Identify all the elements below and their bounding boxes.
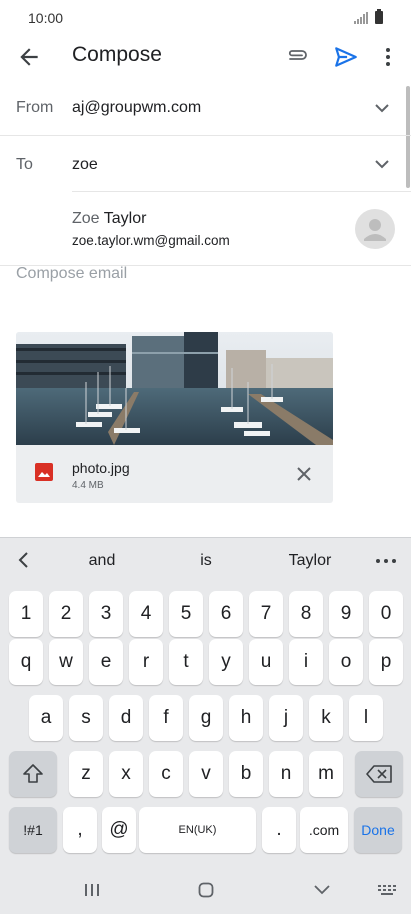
key-t[interactable]: t	[169, 639, 203, 685]
key-8[interactable]: 8	[289, 591, 323, 637]
chevron-down-icon[interactable]	[373, 155, 391, 173]
key-z[interactable]: z	[69, 751, 103, 797]
chevron-down-icon[interactable]	[373, 99, 391, 117]
key-k[interactable]: k	[309, 695, 343, 741]
key-l[interactable]: l	[349, 695, 383, 741]
space-key[interactable]: EN(UK)	[139, 807, 256, 853]
keyboard-icon[interactable]	[377, 882, 397, 898]
key-r[interactable]: r	[129, 639, 163, 685]
back-chevron-down-icon[interactable]	[313, 882, 331, 898]
key-5[interactable]: 5	[169, 591, 203, 637]
key-7[interactable]: 7	[249, 591, 283, 637]
keyboard: and is Taylor 1 2 3 4 5 6 7 8 9 0 q w e …	[0, 537, 411, 914]
person-icon	[364, 219, 386, 241]
key-0[interactable]: 0	[369, 591, 403, 637]
attachment-size: 4.4 MB	[72, 480, 104, 491]
status-bar: 10:00	[0, 0, 411, 36]
from-row[interactable]: From aj@groupwm.com	[0, 80, 411, 136]
avatar	[355, 209, 395, 249]
key-g[interactable]: g	[189, 695, 223, 741]
key-2[interactable]: 2	[49, 591, 83, 637]
app-bar: Compose	[0, 36, 411, 80]
key-m[interactable]: m	[309, 751, 343, 797]
symbols-key[interactable]: !#1	[9, 807, 57, 853]
done-key[interactable]: Done	[354, 807, 402, 853]
attachment-paperclip-icon[interactable]	[284, 44, 312, 70]
page-title: Compose	[72, 43, 162, 66]
key-i[interactable]: i	[289, 639, 323, 685]
send-icon[interactable]	[333, 44, 359, 70]
battery-icon	[375, 9, 383, 24]
to-input[interactable]: zoe	[72, 156, 98, 174]
key-at[interactable]: @	[102, 807, 136, 853]
contact-name-match: Zoe	[72, 210, 100, 227]
key-period[interactable]: .	[262, 807, 296, 853]
attachment-thumbnail[interactable]	[16, 332, 333, 445]
chevron-left-icon[interactable]	[17, 552, 29, 568]
key-d[interactable]: d	[109, 695, 143, 741]
key-p[interactable]: p	[369, 639, 403, 685]
shift-key[interactable]	[9, 751, 57, 797]
key-e[interactable]: e	[89, 639, 123, 685]
key-comma[interactable]: ,	[63, 807, 97, 853]
recents-icon[interactable]	[84, 882, 100, 898]
more-horiz-icon[interactable]	[376, 559, 396, 563]
key-f[interactable]: f	[149, 695, 183, 741]
key-4[interactable]: 4	[129, 591, 163, 637]
to-row[interactable]: To zoe	[0, 136, 411, 192]
key-w[interactable]: w	[49, 639, 83, 685]
to-label: To	[16, 156, 33, 173]
backspace-key[interactable]	[355, 751, 403, 797]
contact-name-rest: Taylor	[99, 210, 147, 227]
key-s[interactable]: s	[69, 695, 103, 741]
contact-name: Zoe Taylor	[72, 210, 146, 228]
key-dotcom[interactable]: .com	[300, 807, 348, 853]
key-b[interactable]: b	[229, 751, 263, 797]
more-vert-icon[interactable]	[380, 44, 396, 70]
key-9[interactable]: 9	[329, 591, 363, 637]
image-file-icon	[35, 463, 53, 481]
backspace-icon	[366, 765, 392, 783]
key-1[interactable]: 1	[9, 591, 43, 637]
attachment-card[interactable]: photo.jpg 4.4 MB	[16, 332, 333, 503]
attachment-filename: photo.jpg	[72, 460, 130, 476]
navigation-bar	[0, 866, 411, 914]
key-a[interactable]: a	[29, 695, 63, 741]
key-x[interactable]: x	[109, 751, 143, 797]
contact-suggestion[interactable]: Zoe Taylor zoe.taylor.wm@gmail.com	[0, 192, 411, 266]
suggestion-word[interactable]: is	[176, 552, 236, 570]
key-3[interactable]: 3	[89, 591, 123, 637]
home-icon[interactable]	[198, 882, 214, 898]
keyboard-suggestion-bar: and is Taylor	[0, 538, 411, 583]
key-c[interactable]: c	[149, 751, 183, 797]
key-6[interactable]: 6	[209, 591, 243, 637]
key-q[interactable]: q	[9, 639, 43, 685]
suggestion-word[interactable]: Taylor	[270, 552, 350, 570]
from-value[interactable]: aj@groupwm.com	[72, 99, 201, 117]
key-j[interactable]: j	[269, 695, 303, 741]
key-h[interactable]: h	[229, 695, 263, 741]
status-time: 10:00	[28, 10, 64, 26]
key-o[interactable]: o	[329, 639, 363, 685]
key-y[interactable]: y	[209, 639, 243, 685]
shift-arrow-icon	[23, 764, 43, 783]
suggestion-word[interactable]: and	[72, 552, 132, 570]
signal-icon	[354, 12, 368, 24]
key-v[interactable]: v	[189, 751, 223, 797]
close-icon[interactable]	[295, 465, 313, 483]
key-u[interactable]: u	[249, 639, 283, 685]
key-n[interactable]: n	[269, 751, 303, 797]
compose-body-input[interactable]: Compose email	[16, 265, 127, 283]
from-label: From	[16, 99, 54, 116]
back-arrow-icon[interactable]	[16, 44, 42, 70]
contact-email: zoe.taylor.wm@gmail.com	[72, 233, 230, 248]
